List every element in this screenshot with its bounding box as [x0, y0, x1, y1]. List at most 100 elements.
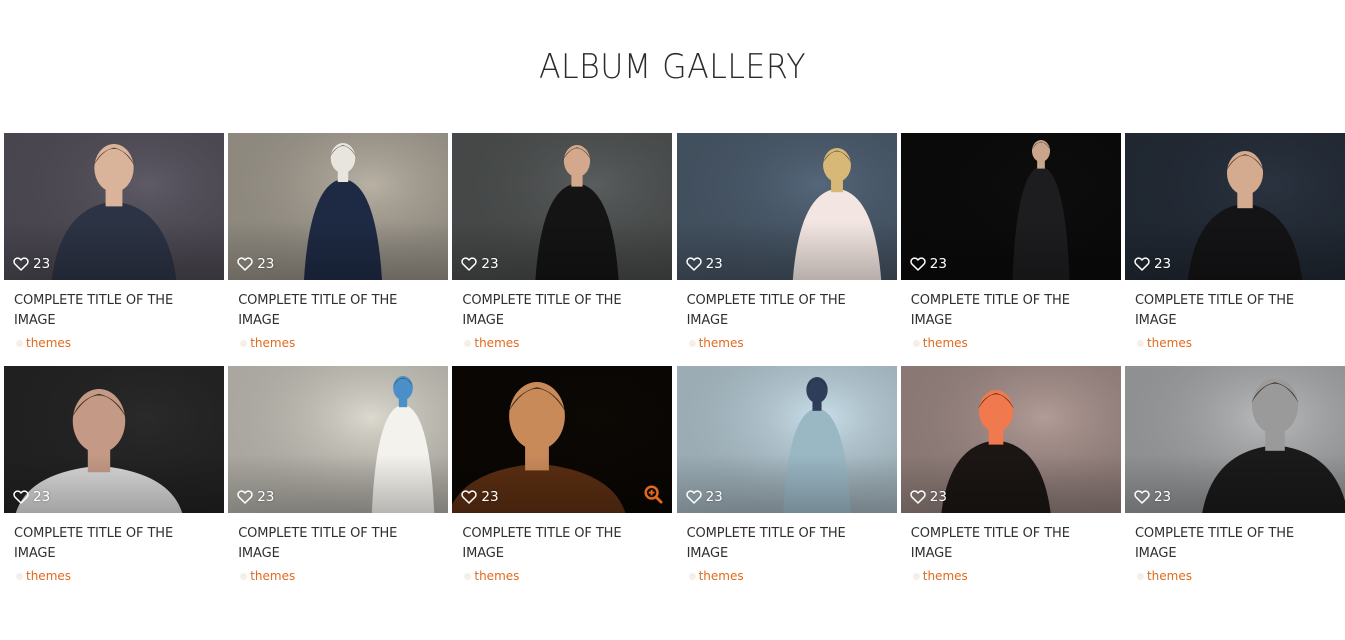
- tag-icon: [912, 573, 920, 580]
- image-title[interactable]: COMPLETE TITLE OF THE IMAGE: [14, 524, 214, 564]
- category-tag-link[interactable]: themes: [687, 336, 744, 350]
- image-title[interactable]: COMPLETE TITLE OF THE IMAGE: [462, 524, 662, 564]
- card-caption: COMPLETE TITLE OF THE IMAGE themes: [228, 280, 448, 351]
- album-gallery-grid: 23 COMPLETE TITLE OF THE IMAGE themes 23…: [4, 133, 1345, 599]
- gallery-thumbnail[interactable]: 23: [900, 133, 1121, 280]
- category-tag-link[interactable]: themes: [687, 569, 744, 583]
- gallery-thumbnail[interactable]: 23: [676, 366, 897, 513]
- gallery-thumbnail[interactable]: 23: [676, 133, 897, 280]
- like-counter[interactable]: 23: [237, 256, 274, 272]
- gallery-card-3[interactable]: 23 COMPLETE TITLE OF THE IMAGE themes: [452, 133, 673, 366]
- tag-label: themes: [474, 336, 520, 350]
- zoom-in-icon[interactable]: [644, 485, 663, 504]
- card-caption: COMPLETE TITLE OF THE IMAGE themes: [452, 513, 672, 584]
- gallery-thumbnail[interactable]: 23: [1124, 366, 1345, 513]
- category-tag-link[interactable]: themes: [14, 336, 71, 350]
- image-title[interactable]: COMPLETE TITLE OF THE IMAGE: [238, 524, 438, 564]
- gallery-card-8[interactable]: 23 COMPLETE TITLE OF THE IMAGE themes: [228, 366, 449, 599]
- like-counter[interactable]: 23: [13, 256, 50, 272]
- gallery-thumbnail[interactable]: 23: [228, 133, 449, 280]
- category-tag-link[interactable]: themes: [911, 336, 968, 350]
- tag-label: themes: [26, 569, 72, 583]
- gallery-card-10[interactable]: 23 COMPLETE TITLE OF THE IMAGE themes: [676, 366, 897, 599]
- image-title[interactable]: COMPLETE TITLE OF THE IMAGE: [462, 291, 662, 331]
- like-count: 23: [929, 489, 947, 505]
- gallery-card-12[interactable]: 23 COMPLETE TITLE OF THE IMAGE themes: [1124, 366, 1345, 599]
- image-title[interactable]: COMPLETE TITLE OF THE IMAGE: [911, 524, 1111, 564]
- card-caption: COMPLETE TITLE OF THE IMAGE themes: [452, 280, 672, 351]
- heart-outline-icon: [1134, 490, 1150, 504]
- tag-icon: [16, 340, 23, 347]
- gallery-card-9[interactable]: 23 COMPLETE TITLE OF THE IMAGE themes: [452, 366, 673, 599]
- gallery-card-2[interactable]: 23 COMPLETE TITLE OF THE IMAGE themes: [228, 133, 449, 366]
- category-tag-link[interactable]: themes: [238, 336, 295, 350]
- like-counter[interactable]: 23: [910, 489, 947, 505]
- tag-label: themes: [1146, 336, 1192, 350]
- like-count: 23: [33, 489, 51, 505]
- category-tag-link[interactable]: themes: [1135, 336, 1192, 350]
- card-caption: COMPLETE TITLE OF THE IMAGE themes: [677, 280, 897, 351]
- tag-icon: [688, 573, 696, 580]
- like-count: 23: [257, 489, 275, 505]
- tag-label: themes: [1146, 569, 1192, 583]
- category-tag-link[interactable]: themes: [911, 569, 968, 583]
- page-title: ALBUM GALLERY: [538, 47, 807, 87]
- image-title[interactable]: COMPLETE TITLE OF THE IMAGE: [911, 291, 1111, 331]
- tag-icon: [464, 340, 472, 347]
- gallery-thumbnail[interactable]: 23: [452, 366, 673, 513]
- like-counter[interactable]: 23: [685, 256, 723, 272]
- image-title[interactable]: COMPLETE TITLE OF THE IMAGE: [687, 524, 887, 564]
- gallery-thumbnail[interactable]: 23: [4, 133, 224, 280]
- gallery-thumbnail[interactable]: 23: [228, 366, 449, 513]
- gallery-thumbnail[interactable]: 23: [4, 366, 224, 513]
- tag-label: themes: [698, 336, 744, 350]
- like-count: 23: [481, 256, 499, 272]
- tag-icon: [1136, 573, 1144, 580]
- category-tag-link[interactable]: themes: [238, 569, 295, 583]
- tag-label: themes: [698, 569, 744, 583]
- card-caption: COMPLETE TITLE OF THE IMAGE themes: [228, 513, 448, 584]
- image-title[interactable]: COMPLETE TITLE OF THE IMAGE: [1135, 291, 1335, 331]
- like-count: 23: [257, 256, 275, 272]
- gallery-card-4[interactable]: 23 COMPLETE TITLE OF THE IMAGE themes: [676, 133, 897, 366]
- tag-icon: [688, 340, 696, 347]
- like-count: 23: [481, 489, 499, 505]
- tag-icon: [1136, 340, 1144, 347]
- like-counter[interactable]: 23: [461, 256, 499, 272]
- image-title[interactable]: COMPLETE TITLE OF THE IMAGE: [14, 291, 214, 331]
- like-count: 23: [1153, 256, 1172, 272]
- gallery-card-5[interactable]: 23 COMPLETE TITLE OF THE IMAGE themes: [900, 133, 1121, 366]
- category-tag-link[interactable]: themes: [1135, 569, 1192, 583]
- like-counter[interactable]: 23: [685, 489, 723, 505]
- category-tag-link[interactable]: themes: [14, 569, 71, 583]
- tag-label: themes: [922, 569, 968, 583]
- like-counter[interactable]: 23: [1134, 256, 1171, 272]
- like-counter[interactable]: 23: [1134, 489, 1171, 505]
- image-title[interactable]: COMPLETE TITLE OF THE IMAGE: [687, 291, 887, 331]
- like-counter[interactable]: 23: [237, 489, 274, 505]
- category-tag-link[interactable]: themes: [462, 569, 519, 583]
- card-caption: COMPLETE TITLE OF THE IMAGE themes: [1125, 280, 1345, 351]
- gallery-thumbnail[interactable]: 23: [900, 366, 1121, 513]
- like-counter[interactable]: 23: [461, 489, 499, 505]
- gallery-thumbnail[interactable]: 23: [452, 133, 673, 280]
- heart-outline-icon: [237, 490, 253, 504]
- gallery-card-11[interactable]: 23 COMPLETE TITLE OF THE IMAGE themes: [900, 366, 1121, 599]
- gallery-thumbnail[interactable]: 23: [1124, 133, 1345, 280]
- heart-outline-icon: [910, 257, 926, 271]
- tag-icon: [240, 340, 248, 347]
- card-caption: COMPLETE TITLE OF THE IMAGE themes: [1125, 513, 1345, 584]
- image-title[interactable]: COMPLETE TITLE OF THE IMAGE: [1135, 524, 1335, 564]
- gallery-card-7[interactable]: 23 COMPLETE TITLE OF THE IMAGE themes: [4, 366, 224, 599]
- image-title[interactable]: COMPLETE TITLE OF THE IMAGE: [238, 291, 438, 331]
- tag-icon: [912, 340, 920, 347]
- like-counter[interactable]: 23: [910, 256, 947, 272]
- card-caption: COMPLETE TITLE OF THE IMAGE themes: [901, 280, 1121, 351]
- tag-label: themes: [474, 569, 520, 583]
- gallery-card-1[interactable]: 23 COMPLETE TITLE OF THE IMAGE themes: [4, 133, 224, 366]
- tag-icon: [16, 573, 23, 580]
- gallery-card-6[interactable]: 23 COMPLETE TITLE OF THE IMAGE themes: [1124, 133, 1345, 366]
- tag-label: themes: [250, 336, 296, 350]
- like-counter[interactable]: 23: [13, 489, 50, 505]
- category-tag-link[interactable]: themes: [462, 336, 519, 350]
